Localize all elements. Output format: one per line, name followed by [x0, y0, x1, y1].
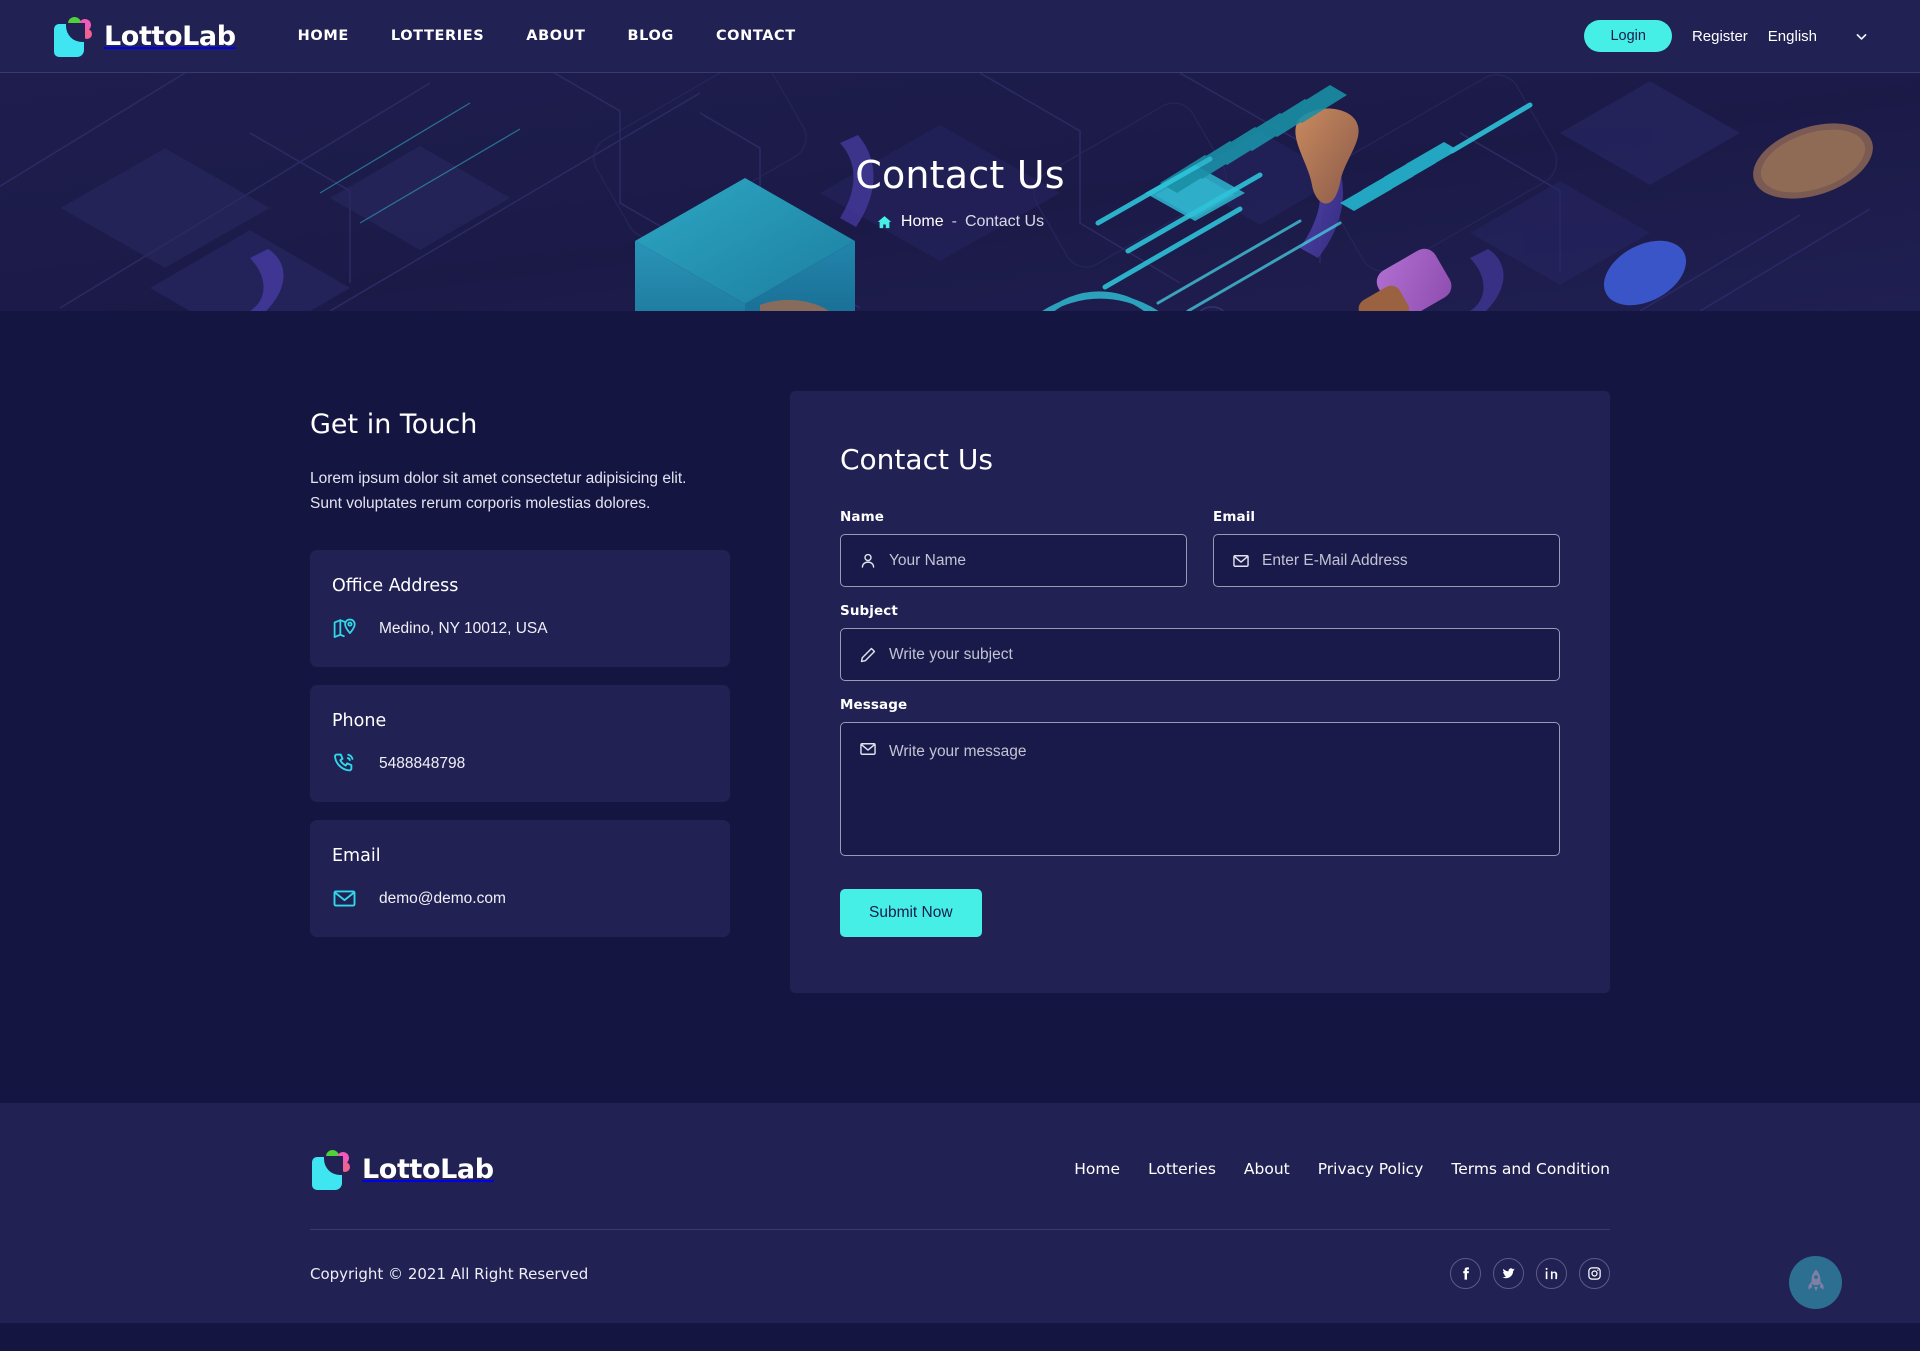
contact-form-panel: Contact Us Name Your Name Email Enter E-…	[790, 391, 1610, 993]
name-input-wrapper[interactable]	[840, 534, 1187, 587]
language-selector[interactable]: English	[1768, 28, 1868, 45]
field-email: Email	[1213, 509, 1560, 587]
main-content: Get in Touch Lorem ipsum dolor sit amet …	[0, 311, 1920, 1103]
get-in-touch-column: Get in Touch Lorem ipsum dolor sit amet …	[310, 391, 730, 955]
linkedin-icon[interactable]	[1536, 1258, 1567, 1289]
map-location-icon	[332, 616, 357, 641]
facebook-icon[interactable]	[1450, 1258, 1481, 1289]
breadcrumb-home-link[interactable]: Home	[901, 213, 944, 231]
page-root: LottoLab HOME LOTTERIES ABOUT BLOG CONTA…	[0, 0, 1920, 1351]
email-input-wrapper[interactable]	[1213, 534, 1560, 587]
name-input[interactable]	[889, 535, 1168, 586]
subject-input-wrapper[interactable]	[840, 628, 1560, 681]
nav-item-about[interactable]: ABOUT	[526, 28, 585, 44]
contact-form-title: Contact Us	[840, 443, 993, 476]
breadcrumb-separator: -	[951, 213, 957, 230]
subject-input[interactable]	[889, 629, 1541, 680]
get-in-touch-title: Get in Touch	[310, 409, 478, 440]
footer-link-lotteries[interactable]: Lotteries	[1148, 1160, 1216, 1178]
info-card-email: Email demo@demo.com	[310, 820, 730, 938]
scroll-to-top-button[interactable]	[1789, 1256, 1842, 1309]
page-banner: Contact Us Home - Contact Us	[0, 73, 1920, 311]
lottery-ticket-icon	[52, 14, 94, 58]
field-subject: Subject	[840, 603, 1560, 681]
field-name: Name	[840, 509, 1187, 587]
site-header: LottoLab HOME LOTTERIES ABOUT BLOG CONTA…	[0, 0, 1920, 73]
nav-item-lotteries[interactable]: LOTTERIES	[391, 28, 484, 44]
email-input[interactable]	[1262, 535, 1541, 586]
phone-call-icon	[332, 751, 357, 776]
chevron-down-icon	[1855, 30, 1868, 43]
contact-form: Name Your Name Email Enter E-Mail Addres…	[840, 509, 1560, 937]
footer-link-home[interactable]: Home	[1074, 1160, 1120, 1178]
language-label: English	[1767, 27, 1817, 45]
main-navigation: HOME LOTTERIES ABOUT BLOG CONTACT	[298, 28, 796, 44]
nav-item-blog[interactable]: BLOG	[628, 28, 674, 44]
footer-link-about[interactable]: About	[1244, 1160, 1290, 1178]
breadcrumb: Home - Contact Us	[876, 213, 1044, 231]
info-card-value: demo@demo.com	[379, 889, 506, 907]
site-footer: LottoLab Home Lotteries About Privacy Po…	[0, 1103, 1920, 1323]
pencil-icon	[859, 646, 877, 664]
nav-item-contact[interactable]: CONTACT	[716, 28, 796, 44]
login-button[interactable]: Login	[1584, 19, 1672, 53]
envelope-icon	[859, 740, 877, 758]
info-card-value: Medino, NY 10012, USA	[379, 619, 548, 637]
footer-link-privacy-policy[interactable]: Privacy Policy	[1318, 1160, 1424, 1178]
brand-name: LottoLab	[104, 20, 236, 52]
message-textarea[interactable]	[889, 740, 1541, 840]
info-card-title: Phone	[332, 711, 387, 732]
info-card-title: Office Address	[332, 576, 459, 597]
envelope-icon	[332, 886, 357, 911]
footer-brand-name: LottoLab	[362, 1153, 494, 1185]
copyright-text: Copyright © 2021 All Right Reserved	[310, 1264, 589, 1283]
info-card-phone: Phone 5488848798	[310, 685, 730, 803]
name-label: Name	[840, 509, 885, 525]
instagram-icon[interactable]	[1579, 1258, 1610, 1289]
envelope-icon	[1232, 552, 1250, 570]
footer-brand-logo[interactable]: LottoLab	[310, 1147, 494, 1191]
field-message: Message	[840, 697, 1560, 856]
message-input-wrapper[interactable]	[840, 722, 1560, 856]
register-link[interactable]: Register	[1692, 28, 1748, 45]
info-card-value: 5488848798	[379, 754, 466, 772]
get-in-touch-description: Lorem ipsum dolor sit amet consectetur a…	[310, 470, 687, 513]
social-links	[1450, 1258, 1610, 1289]
home-icon	[876, 214, 893, 231]
message-label: Message	[840, 697, 908, 713]
email-label: Email	[1213, 509, 1256, 525]
lottery-ticket-icon	[310, 1147, 352, 1191]
nav-item-home[interactable]: HOME	[298, 28, 349, 44]
page-title: Contact Us	[855, 153, 1065, 197]
footer-link-terms[interactable]: Terms and Condition	[1451, 1160, 1610, 1178]
info-card-office-address: Office Address Medino, NY 10012, USA	[310, 550, 730, 668]
rocket-icon	[1803, 1268, 1829, 1297]
info-card-title: Email	[332, 846, 381, 867]
header-actions: Login Register English	[1584, 19, 1868, 53]
submit-button[interactable]: Submit Now	[840, 889, 982, 937]
user-icon	[859, 552, 877, 570]
breadcrumb-current: Contact Us	[964, 213, 1045, 230]
subject-label: Subject	[840, 603, 898, 619]
twitter-icon[interactable]	[1493, 1258, 1524, 1289]
footer-navigation: Home Lotteries About Privacy Policy Term…	[1074, 1160, 1610, 1178]
brand-logo[interactable]: LottoLab	[52, 14, 236, 58]
